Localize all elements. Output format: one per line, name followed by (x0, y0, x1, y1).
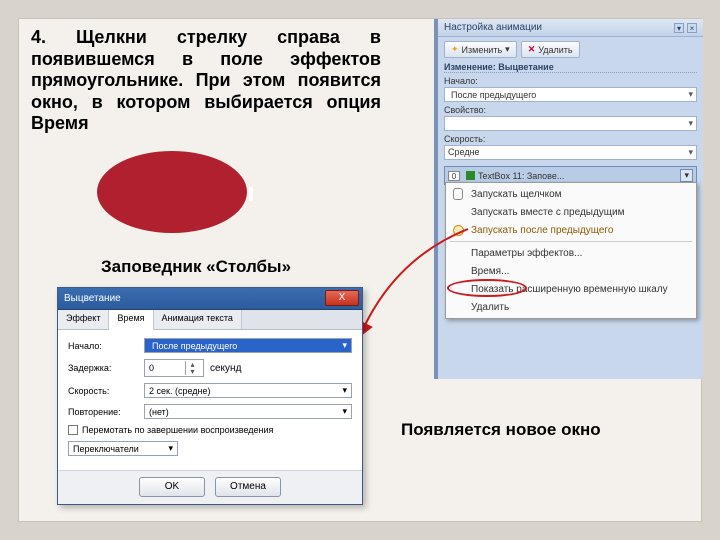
dlg-repeat-value: (нет) (149, 407, 169, 417)
dlg-speed-select[interactable]: 2 сек. (средне) ▾ (144, 383, 352, 398)
speed-label: Скорость: (444, 134, 697, 144)
chevron-down-icon: ▾ (688, 147, 693, 158)
pane-dropdown-icon[interactable]: ▾ (674, 23, 684, 33)
dlg-start-value: После предыдущего (152, 341, 237, 351)
remove-x-icon: ✕ (528, 44, 536, 55)
spinner-icon[interactable]: ▴▾ (185, 361, 199, 375)
ctx-timing[interactable]: Время... (446, 262, 696, 280)
timing-dialog: Выцветание X Эффект Время Анимация текст… (57, 287, 363, 505)
dlg-start-select[interactable]: После предыдущего ▾ (144, 338, 352, 353)
effect-context-menu: Запускать щелчком Запускать вместе с пре… (445, 182, 697, 319)
dlg-delay-input[interactable]: 0 ▴▾ (144, 359, 204, 377)
bottom-caption: Появляется новое окно (401, 420, 601, 440)
ok-button[interactable]: OK (139, 477, 205, 497)
start-value: После предыдущего (451, 90, 536, 100)
dlg-start-label: Начало: (68, 341, 138, 351)
subtitle-text: Заповедник «Столбы» (101, 257, 291, 277)
tab-timing[interactable]: Время (109, 310, 153, 330)
dlg-delay-value: 0 (149, 363, 154, 373)
chevron-down-icon: ▾ (342, 406, 347, 417)
effect-section-title: Изменение: Выцветание (444, 62, 697, 73)
property-select[interactable]: ▾ (444, 116, 697, 131)
ctx-show-timeline[interactable]: Показать расширенную временную шкалу (446, 280, 696, 298)
pane-close-icon[interactable]: × (687, 23, 697, 33)
change-effect-label: Изменить (462, 45, 503, 55)
tab-effect[interactable]: Эффект (58, 310, 109, 329)
cancel-button[interactable]: Отмена (215, 477, 281, 497)
chevron-down-icon: ▾ (342, 385, 347, 396)
chevron-down-icon: ▾ (688, 118, 693, 129)
ctx-start-after-prev[interactable]: Запускать после предыдущего (446, 221, 696, 239)
rewind-checkbox[interactable]: Перемотать по завершении воспроизведения (68, 425, 352, 435)
change-effect-button[interactable]: ✦ Изменить ▾ (444, 41, 517, 58)
ctx-delete[interactable]: Удалить (446, 298, 696, 316)
ctx-label: Показать расширенную временную шкалу (471, 284, 668, 295)
checkbox-box (68, 425, 78, 435)
start-label: Начало: (444, 76, 697, 86)
triggers-label: Переключатели (73, 444, 139, 454)
dlg-speed-label: Скорость: (68, 386, 138, 396)
chevron-down-icon: ▾ (505, 44, 510, 55)
dlg-speed-value: 2 сек. (средне) (149, 386, 210, 396)
dialog-title: Выцветание (64, 293, 121, 304)
effect-name: TextBox 11: Запове... (478, 171, 564, 181)
rewind-label: Перемотать по завершении воспроизведения (82, 425, 273, 435)
dlg-repeat-select[interactable]: (нет) ▾ (144, 404, 352, 419)
triggers-button[interactable]: Переключатели ▾ (68, 441, 178, 456)
clock-icon (453, 225, 464, 236)
dlg-delay-unit: секунд (210, 363, 241, 374)
effect-order: 0 (448, 171, 460, 181)
tab-text-animation[interactable]: Анимация текста (154, 310, 242, 329)
close-button[interactable]: X (325, 290, 359, 306)
dlg-repeat-label: Повторение: (68, 407, 138, 417)
ctx-start-with-prev[interactable]: Запускать вместе с предыдущим (446, 203, 696, 221)
ctx-start-on-click[interactable]: Запускать щелчком (446, 185, 696, 203)
remove-effect-label: Удалить (538, 45, 572, 55)
red-callout-shape (97, 151, 247, 233)
animation-pane-titlebar: Настройка анимации ▾ × (438, 19, 703, 37)
chevron-down-icon: ▾ (168, 443, 173, 454)
instruction-text: 4. Щелкни стрелку справа в появившемся в… (31, 27, 381, 135)
chevron-down-icon: ▾ (342, 340, 347, 351)
slide-canvas: 4. Щелкни стрелку справа в появившемся в… (18, 18, 702, 522)
star-icon: ✦ (451, 44, 459, 55)
ctx-label: Удалить (471, 302, 509, 313)
animation-pane-title: Настройка анимации (444, 22, 542, 33)
speed-value: Средне (448, 147, 480, 158)
effect-type-icon (466, 171, 475, 180)
start-select[interactable]: После предыдущего ▾ (444, 87, 697, 102)
chevron-down-icon: ▾ (688, 89, 693, 100)
ctx-label: Запускать вместе с предыдущим (471, 207, 625, 218)
ctx-effect-options[interactable]: Параметры эффектов... (446, 244, 696, 262)
remove-effect-button[interactable]: ✕ Удалить (521, 41, 580, 58)
mouse-icon (453, 188, 463, 200)
menu-separator (450, 241, 692, 242)
ctx-label: Время... (471, 266, 509, 277)
effect-dropdown-arrow[interactable]: ▾ (680, 169, 693, 182)
speed-select[interactable]: Средне ▾ (444, 145, 697, 160)
ctx-label: Запускать щелчком (471, 189, 562, 200)
dialog-titlebar: Выцветание X (58, 288, 362, 310)
ctx-label: Параметры эффектов... (471, 248, 582, 259)
dialog-tabs: Эффект Время Анимация текста (58, 310, 362, 330)
property-label: Свойство: (444, 105, 697, 115)
dlg-delay-label: Задержка: (68, 363, 138, 373)
ctx-label: Запускать после предыдущего (471, 225, 613, 236)
